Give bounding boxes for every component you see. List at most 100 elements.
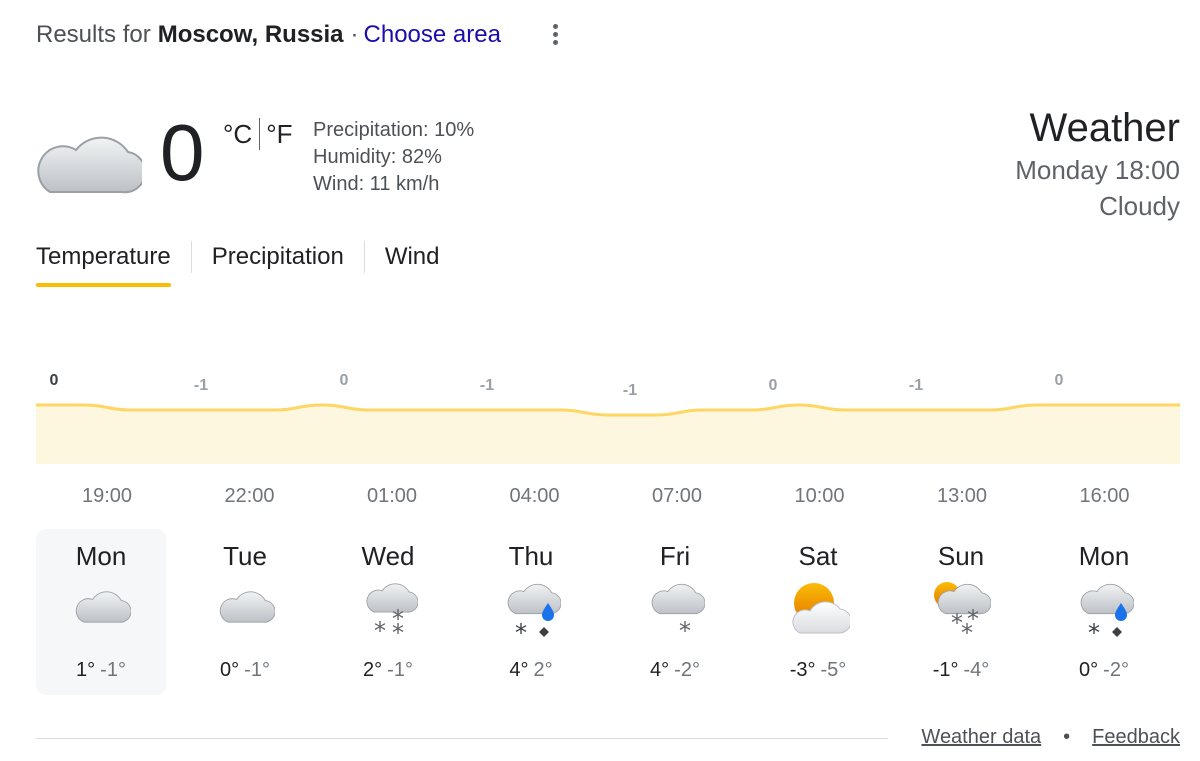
celsius-toggle[interactable]: °C: [223, 119, 252, 150]
day-name: Thu: [508, 541, 554, 571]
cloudy-icon: [219, 591, 275, 623]
day-high: 2°: [363, 659, 383, 681]
day-low: -4°: [963, 659, 990, 681]
temperature-data-label: -1: [194, 377, 208, 394]
temperature-data-label: 0: [50, 372, 59, 389]
day-temps: -1° -4°: [896, 659, 1026, 682]
current-temperature: 0: [160, 108, 205, 197]
tab-wind[interactable]: Wind: [385, 240, 440, 274]
time-axis: 19:00 22:00 01:00 04:00 07:00 10:00 13:00 16:00: [0, 485, 1200, 511]
day-low: -5°: [820, 659, 847, 681]
forecast-day[interactable]: Fri * 4° -2°: [610, 529, 740, 695]
time-tick-label: 07:00: [651, 485, 703, 507]
day-low: 2°: [533, 659, 553, 681]
rain-and-snow-icon: *: [1080, 583, 1134, 641]
time-tick-label: 10:00: [794, 485, 845, 507]
day-name: Mon: [1078, 541, 1130, 571]
separator-dot: ·: [350, 21, 359, 48]
forecast-day[interactable]: Sun * * * -1° -4°: [896, 529, 1026, 695]
day-low: -1°: [244, 659, 270, 681]
day-temps: 4° 2°: [466, 659, 596, 682]
svg-text:*: *: [515, 619, 527, 641]
tab-divider: [190, 241, 192, 273]
day-low: -1°: [100, 659, 126, 681]
day-low: -2°: [674, 659, 700, 681]
tab-divider: [363, 241, 365, 273]
forecast-day[interactable]: Thu * 4° 2°: [466, 529, 596, 695]
results-header: Results for Moscow, Russia · Choose area: [36, 18, 501, 52]
day-high: 1°: [76, 659, 96, 681]
day-low: -1°: [387, 659, 413, 681]
wind-text: Wind: 11 km/h: [313, 173, 440, 195]
day-temps: 2° -1°: [323, 659, 453, 682]
day-temps: 0° -1°: [180, 659, 310, 682]
weather-title: Weather: [1029, 106, 1180, 150]
unit-divider: [259, 118, 261, 150]
day-name: Tue: [223, 541, 267, 571]
weather-data-link[interactable]: Weather data: [921, 726, 1041, 749]
day-temps: 0° -2°: [1039, 659, 1169, 682]
forecast-day[interactable]: Mon 1° -1°: [36, 529, 166, 695]
day-high: 0°: [220, 659, 240, 681]
temperature-data-label: -1: [480, 377, 494, 394]
temperature-data-label: 0: [769, 377, 778, 394]
weather-condition: Cloudy: [1099, 191, 1180, 221]
forecast-day[interactable]: Mon * 0° -2°: [1039, 529, 1169, 695]
rain-and-snow-icon: *: [507, 583, 561, 641]
cloudy-icon: [75, 591, 131, 623]
footer-divider: [36, 738, 888, 739]
cloudy-icon: [37, 136, 142, 194]
day-temps: 1° -1°: [36, 659, 166, 682]
temperature-chart: 0 -1 0 -1 -1 0 -1 0: [36, 372, 1180, 464]
weather-summary: Weather Monday 18:00 Cloudy: [1015, 104, 1180, 224]
svg-text:*: *: [1088, 619, 1100, 641]
day-name: Sat: [798, 541, 838, 571]
day-name: Mon: [75, 541, 127, 571]
temperature-data-label: 0: [1055, 372, 1064, 389]
footer-links: Weather data • Feedback: [921, 726, 1180, 749]
daily-forecast: Mon 1° -1° Tue 0° -1° Wed * * * 2° -1° Thu …: [36, 529, 1181, 695]
day-temps: 4° -2°: [610, 659, 740, 682]
day-high: -1°: [932, 659, 959, 681]
day-high: 4°: [509, 659, 529, 681]
day-name: Wed: [361, 541, 415, 571]
weather-datetime: Monday 18:00: [1015, 155, 1180, 185]
time-tick-label: 01:00: [366, 485, 418, 507]
more-vert-icon[interactable]: [540, 20, 570, 50]
svg-text:*: *: [679, 617, 691, 641]
time-tick-label: 13:00: [936, 485, 988, 507]
results-prefix: Results for: [36, 21, 151, 48]
chart-tabs: Temperature Precipitation Wind: [36, 240, 440, 287]
time-tick-label: 16:00: [1079, 485, 1130, 507]
unit-switcher: °C °F: [223, 118, 292, 150]
day-high: -3°: [789, 659, 816, 681]
day-name: Sun: [937, 541, 985, 571]
day-name: Fri: [659, 541, 691, 571]
feedback-link[interactable]: Feedback: [1092, 726, 1180, 749]
snow-showers-icon: * * *: [934, 582, 991, 641]
footer-dot: •: [1063, 726, 1071, 748]
time-tick-label: 22:00: [224, 485, 275, 507]
partly-cloudy-icon: [792, 583, 850, 634]
current-details: Precipitation: 10% Humidity: 82% Wind: 1…: [313, 117, 474, 198]
location-name: Moscow, Russia: [157, 21, 344, 48]
tab-temperature[interactable]: Temperature: [36, 240, 171, 287]
snow-icon: * * *: [366, 583, 418, 641]
fahrenheit-toggle[interactable]: °F: [266, 119, 292, 150]
temperature-data-label: -1: [623, 382, 637, 399]
tab-precipitation[interactable]: Precipitation: [212, 240, 344, 274]
forecast-day[interactable]: Sat -3° -5°: [753, 529, 883, 695]
day-low: -2°: [1103, 659, 1129, 681]
humidity-text: Humidity: 82%: [313, 146, 442, 168]
svg-text:*: *: [392, 619, 404, 641]
svg-text:*: *: [961, 619, 973, 641]
time-tick-label: 04:00: [509, 485, 560, 507]
temperature-data-label: 0: [340, 372, 349, 389]
temperature-data-label: -1: [909, 377, 923, 394]
forecast-day[interactable]: Tue 0° -1°: [180, 529, 310, 695]
day-temps: -3° -5°: [753, 659, 883, 682]
forecast-day[interactable]: Wed * * * 2° -1°: [323, 529, 453, 695]
svg-text:*: *: [374, 617, 386, 641]
day-high: 0°: [1079, 659, 1099, 681]
choose-area-link[interactable]: Choose area: [364, 21, 501, 49]
